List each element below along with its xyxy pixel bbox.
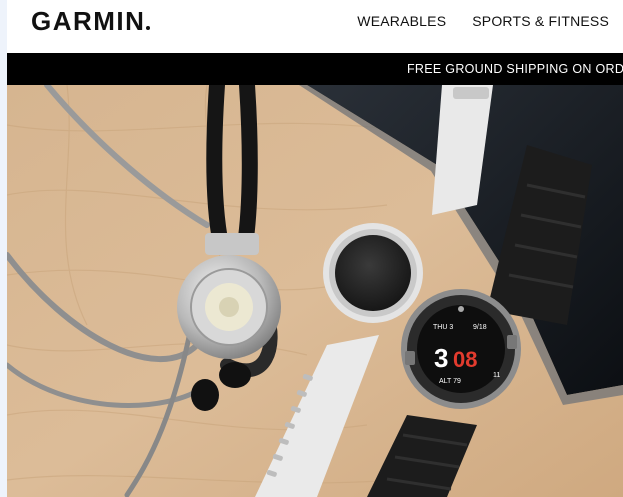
nav-item-sports-fitness[interactable]: SPORTS & FITNESS xyxy=(472,12,609,30)
watch-right-label: 11 xyxy=(493,372,500,379)
promo-text: FREE GROUND SHIPPING ON ORDE xyxy=(407,62,623,76)
logo-text: GARMIN xyxy=(31,6,146,36)
ear-tip-2 xyxy=(191,379,219,411)
site-header: GARMIN WEARABLES SPORTS & FITNESS xyxy=(7,0,623,53)
watch-bottom-label: ALT 79 xyxy=(439,378,461,385)
watch-top-right: 9/18 xyxy=(473,324,487,331)
nav-item-wearables[interactable]: WEARABLES xyxy=(357,12,446,30)
logo-dot-icon xyxy=(146,26,151,30)
main-nav: WEARABLES SPORTS & FITNESS xyxy=(357,12,609,30)
garmin-logo[interactable]: GARMIN xyxy=(31,6,151,36)
watch-red-number: 08 xyxy=(453,347,477,372)
watch-big-number: 3 xyxy=(434,343,448,373)
promo-banner[interactable]: FREE GROUND SHIPPING ON ORDE xyxy=(7,53,623,85)
hero-image[interactable]: THU 3 9/18 3 08 ALT 79 11 xyxy=(7,85,623,497)
watch-top-left: THU 3 xyxy=(433,324,453,331)
page: GARMIN WEARABLES SPORTS & FITNESS FREE G… xyxy=(0,0,623,497)
hero-illustration: THU 3 9/18 3 08 ALT 79 11 xyxy=(7,85,623,497)
ear-tip-1 xyxy=(219,362,251,388)
stethoscope-yoke xyxy=(205,233,259,255)
left-edge-strip xyxy=(0,0,7,497)
